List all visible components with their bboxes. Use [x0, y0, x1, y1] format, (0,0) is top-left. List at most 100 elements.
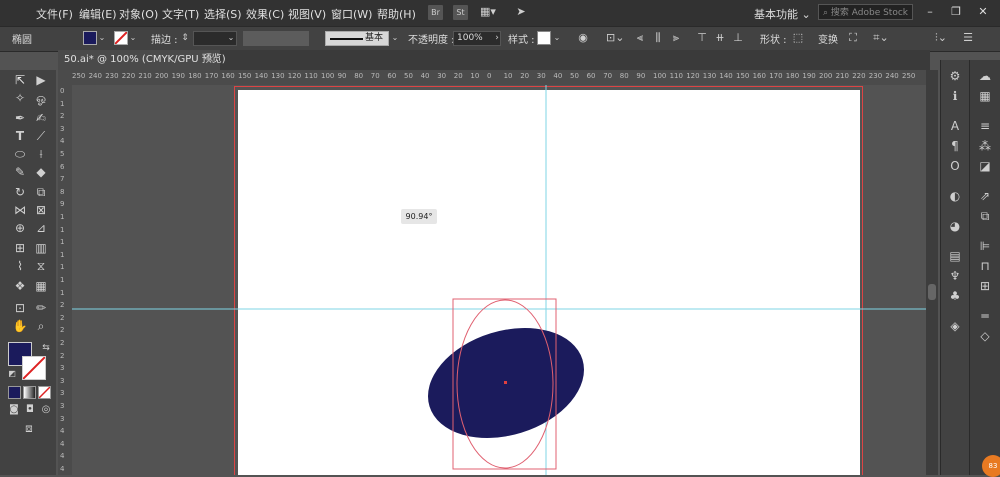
stroke-color-box[interactable]	[22, 356, 46, 380]
draw-normal-icon[interactable]: ◙	[6, 402, 22, 418]
scrollbar-thumb[interactable]	[928, 284, 936, 300]
stroke-panel-icon[interactable]: ≡	[977, 118, 993, 134]
artboards-panel-icon[interactable]: ⧉	[977, 208, 993, 224]
align-to-icon[interactable]: ⊡⌄	[606, 31, 624, 45]
eyedropper-tool-icon[interactable]: ⌇	[12, 258, 28, 274]
direct-selection-tool-icon[interactable]: ▶	[33, 72, 49, 88]
draw-behind-icon[interactable]: ◘	[22, 402, 38, 418]
lasso-tool-icon[interactable]: ஓ	[33, 90, 49, 106]
libraries-panel-icon[interactable]: ☁	[977, 68, 993, 84]
graphic-style-swatch[interactable]	[537, 31, 551, 45]
paintbrush-tool-icon[interactable]: ⟊	[33, 146, 49, 162]
fill-color-swatch[interactable]	[83, 31, 97, 45]
align-top-icon[interactable]: ⊤	[696, 31, 708, 45]
menu-object[interactable]: 对象(O)	[119, 6, 158, 22]
chevron-down-icon[interactable]: ⌄	[227, 31, 235, 45]
color-mode-button[interactable]	[8, 386, 21, 399]
chevron-down-icon[interactable]: ⌄	[391, 31, 399, 45]
shape-properties-icon[interactable]: ⬚	[792, 31, 804, 45]
shaper-tool-icon[interactable]: ✎	[12, 164, 28, 180]
gradient-mode-button[interactable]	[23, 386, 36, 399]
menu-view[interactable]: 视图(V)	[288, 6, 326, 22]
horizontal-ruler[interactable]: 250 240 230 220 210 200 190 180 170 160 150 140 130 1…	[58, 70, 926, 86]
rotate-tool-icon[interactable]: ↻	[12, 184, 28, 200]
brushes-panel-icon[interactable]: ♣	[947, 288, 963, 304]
symbols-panel-icon[interactable]: ♆	[947, 268, 963, 284]
type-tool-icon[interactable]: T	[12, 128, 28, 144]
close-tab-icon[interactable]: ×	[206, 50, 214, 70]
curvature-tool-icon[interactable]: ✍	[33, 110, 49, 126]
appearance-panel-icon[interactable]: ◐	[947, 188, 963, 204]
menu-select[interactable]: 选择(S)	[204, 6, 242, 22]
color-guide-panel-icon[interactable]: ◕	[947, 218, 963, 234]
canvas[interactable]	[72, 85, 926, 475]
stroke-color-swatch[interactable]	[114, 31, 128, 45]
isolate-selection-icon[interactable]: ⛶	[846, 31, 860, 45]
restore-icon[interactable]: ❐	[950, 5, 962, 19]
minimize-icon[interactable]: –	[924, 5, 936, 19]
align-panel-icon[interactable]: ⊫	[977, 238, 993, 254]
menu-help[interactable]: 帮助(H)	[377, 6, 416, 22]
mesh-tool-icon[interactable]: ⊞	[12, 240, 28, 256]
menu-edit[interactable]: 编辑(E)	[79, 6, 117, 22]
shape-label[interactable]: 形状 :	[760, 31, 787, 46]
export-panel-icon[interactable]: ⇗	[977, 188, 993, 204]
line-tool-icon[interactable]: ⟋	[33, 128, 49, 144]
draw-inside-icon[interactable]: ◎	[38, 402, 54, 418]
align-left-icon[interactable]: ⫷	[634, 31, 646, 45]
panel-menu-icon[interactable]: ☰	[960, 31, 976, 45]
stock-button[interactable]: St	[453, 5, 468, 20]
swatches-panel-icon[interactable]: ⁂	[977, 138, 993, 154]
artboard-tool-icon[interactable]: ⊡	[12, 300, 28, 316]
chevron-down-icon[interactable]: ⌄	[98, 31, 106, 45]
stock-search-input[interactable]: ⌕ 搜索 Adobe Stock	[818, 4, 913, 20]
menu-effect[interactable]: 效果(C)	[246, 6, 284, 22]
opentype-panel-icon[interactable]: O	[947, 158, 963, 174]
blend-tool-icon[interactable]: ⧖	[33, 258, 49, 274]
asset-export-panel-icon[interactable]: ◇	[977, 328, 993, 344]
chevron-down-icon[interactable]: ⌄	[129, 31, 137, 45]
perspective-grid-tool-icon[interactable]: ⊿	[33, 220, 49, 236]
zoom-tool-icon[interactable]: ⌕	[33, 318, 49, 334]
arrange-documents-icon[interactable]: ▦▾	[478, 5, 498, 19]
info-panel-icon[interactable]: ℹ	[947, 88, 963, 104]
align-hcenter-icon[interactable]: ⫼	[652, 31, 664, 45]
selection-tool-icon[interactable]: ⇱	[12, 72, 28, 88]
transparency-panel-icon[interactable]: ◪	[977, 158, 993, 174]
symbol-sprayer-tool-icon[interactable]: ❖	[12, 278, 28, 294]
menu-type[interactable]: 文字(T)	[162, 6, 199, 22]
anchor-icon[interactable]: ⫶⌄	[932, 31, 950, 45]
menu-window[interactable]: 窗口(W)	[331, 6, 372, 22]
default-fill-stroke-icon[interactable]: ◩	[4, 366, 20, 382]
scale-tool-icon[interactable]: ⧉	[33, 184, 49, 200]
chevron-right-icon[interactable]: ›	[493, 31, 501, 45]
properties-panel-icon[interactable]: ⚙	[947, 68, 963, 84]
vertical-scrollbar[interactable]	[926, 70, 938, 475]
hand-tool-icon[interactable]: ✋	[12, 318, 28, 334]
pen-tool-icon[interactable]: ✒	[12, 110, 28, 126]
transform-panel-icon[interactable]: ⊞	[977, 278, 993, 294]
vertical-ruler[interactable]: 0 1 2 3 4 5 6 7 8 9 1 1 1 1 1 1 1 2 2 2 2 2 3 3 3 3 3 4 4 4 4	[58, 85, 73, 475]
color-panel-icon[interactable]: ▦	[977, 88, 993, 104]
eraser-tool-icon[interactable]: ◆	[33, 164, 49, 180]
quick-actions-icon[interactable]: ⌗⌄	[870, 31, 892, 45]
width-tool-icon[interactable]: ⋈	[12, 202, 28, 218]
swap-fill-stroke-icon[interactable]: ⇆	[38, 340, 54, 356]
chevron-down-icon[interactable]: ⌄	[553, 31, 561, 45]
layers-panel-icon[interactable]: ◈	[947, 318, 963, 334]
paragraph-panel-icon[interactable]: ¶	[947, 138, 963, 154]
align-right-icon[interactable]: ⫸	[670, 31, 682, 45]
close-window-icon[interactable]: ✕	[977, 5, 989, 19]
gpu-performance-icon[interactable]: ➤	[514, 5, 528, 19]
column-graph-tool-icon[interactable]: ▦	[33, 278, 49, 294]
links-panel-icon[interactable]: ═	[977, 308, 993, 324]
slice-tool-icon[interactable]: ✏	[33, 300, 49, 316]
bridge-button[interactable]: Br	[428, 5, 443, 20]
screen-mode-icon[interactable]: ⧈	[20, 420, 38, 436]
character-panel-icon[interactable]: A	[947, 118, 963, 134]
workspace-switcher[interactable]: 基本功能 ⌄	[754, 6, 811, 22]
transform-label[interactable]: 变换	[818, 31, 838, 46]
align-bottom-icon[interactable]: ⊥	[732, 31, 744, 45]
ellipse-tool-icon[interactable]: ⬭	[12, 146, 28, 162]
brush-definition-dropdown[interactable]: 基本	[325, 31, 389, 46]
